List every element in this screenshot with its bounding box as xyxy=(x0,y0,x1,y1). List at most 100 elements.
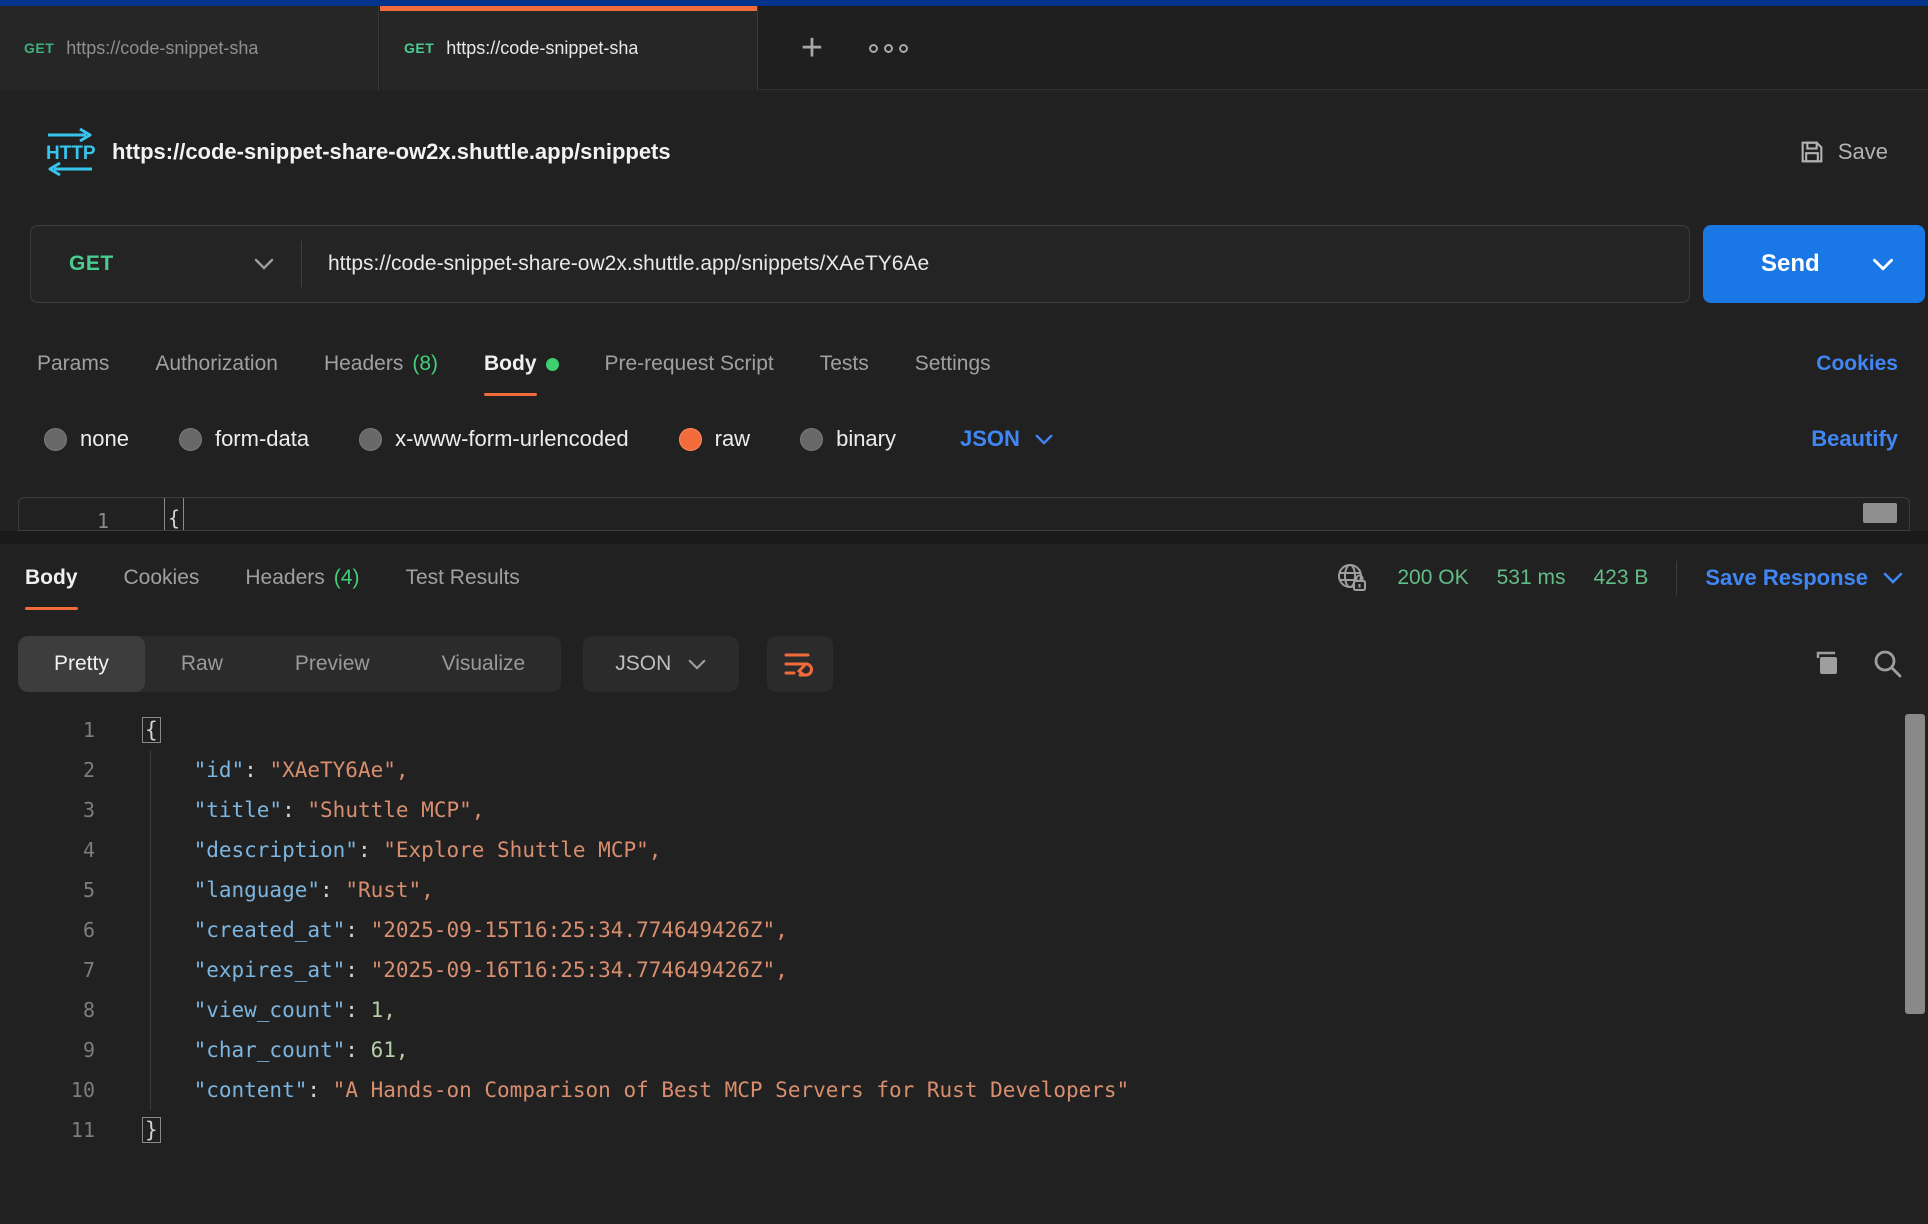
response-scrollbar-thumb[interactable] xyxy=(1905,714,1925,1014)
send-button[interactable]: Send xyxy=(1703,225,1925,303)
divider xyxy=(301,241,302,287)
http-protocol-icon: HTTP xyxy=(42,126,98,178)
request-section-tabs: Params Authorization Headers (8) Body Pr… xyxy=(37,330,1898,398)
wrap-lines-icon xyxy=(782,649,818,679)
response-section-tabs: Body Cookies Headers (4) Test Results 20… xyxy=(25,544,1904,612)
view-visualize[interactable]: Visualize xyxy=(406,636,562,692)
radio-icon xyxy=(800,428,823,451)
code-line: 10 "content": "A Hands-on Comparison of … xyxy=(0,1070,1928,1110)
radio-icon xyxy=(179,428,202,451)
line-number: 11 xyxy=(0,1110,95,1150)
radio-raw-selected[interactable]: raw xyxy=(679,426,750,452)
tab-body-active[interactable]: Body xyxy=(484,330,559,398)
view-preview[interactable]: Preview xyxy=(259,636,406,692)
beautify-link[interactable]: Beautify xyxy=(1811,426,1898,452)
code-line: 6 "created_at": "2025-09-15T16:25:34.774… xyxy=(0,910,1928,950)
request-tab-strip: GET https://code-snippet-sha GET https:/… xyxy=(0,6,1928,90)
code-line: 8 "view_count": 1, xyxy=(0,990,1928,1030)
response-time[interactable]: 531 ms xyxy=(1497,566,1566,590)
tab-headers[interactable]: Headers (8) xyxy=(324,330,438,398)
copy-button[interactable] xyxy=(1810,647,1844,681)
save-response-button[interactable]: Save Response xyxy=(1705,565,1904,591)
radio-x-www-form-urlencoded[interactable]: x-www-form-urlencoded xyxy=(359,426,629,452)
response-format-dropdown[interactable]: JSON xyxy=(583,636,739,692)
line-number: 8 xyxy=(0,990,95,1030)
request-header: HTTP https://code-snippet-share-ow2x.shu… xyxy=(0,108,1928,196)
search-button[interactable] xyxy=(1872,648,1904,680)
method-dropdown[interactable]: GET xyxy=(31,252,301,276)
request-tab-2-active[interactable]: GET https://code-snippet-sha xyxy=(380,6,758,90)
search-icon xyxy=(1872,648,1904,680)
response-tab-cookies[interactable]: Cookies xyxy=(124,544,200,612)
request-url-bar: GET https://code-snippet-share-ow2x.shut… xyxy=(30,225,1690,303)
save-request-button[interactable]: Save xyxy=(1798,138,1888,166)
response-tab-headers[interactable]: Headers (4) xyxy=(245,544,359,612)
code-line: 7 "expires_at": "2025-09-16T16:25:34.774… xyxy=(0,950,1928,990)
view-segmented-control: Pretty Raw Preview Visualize xyxy=(18,636,561,692)
radio-form-data[interactable]: form-data xyxy=(179,426,309,452)
request-body-editor[interactable]: 1 { xyxy=(18,497,1910,531)
radio-icon xyxy=(44,428,67,451)
editor-content: { xyxy=(165,498,183,531)
url-input[interactable]: https://code-snippet-share-ow2x.shuttle.… xyxy=(328,252,1689,276)
chevron-down-icon xyxy=(253,257,275,271)
indent-guide xyxy=(150,750,151,1110)
wrap-lines-button[interactable] xyxy=(767,636,833,692)
radio-none[interactable]: none xyxy=(44,426,129,452)
chevron-down-icon xyxy=(1871,257,1895,272)
headers-count: (8) xyxy=(412,352,438,376)
view-raw[interactable]: Raw xyxy=(145,636,259,692)
tab-settings[interactable]: Settings xyxy=(915,330,991,398)
radio-binary[interactable]: binary xyxy=(800,426,896,452)
plus-icon: + xyxy=(801,27,823,70)
divider xyxy=(1676,561,1677,595)
response-size[interactable]: 423 B xyxy=(1593,566,1648,590)
response-tab-test-results[interactable]: Test Results xyxy=(405,544,519,612)
tab-method-badge: GET xyxy=(404,40,434,56)
code-line: 1{ xyxy=(0,710,1928,750)
tab-title: https://code-snippet-sha xyxy=(66,38,258,59)
new-tab-button[interactable]: + xyxy=(782,6,842,90)
line-number: 5 xyxy=(0,870,95,910)
modified-dot-icon xyxy=(546,358,559,371)
chevron-down-icon xyxy=(1034,433,1054,446)
request-tab-1[interactable]: GET https://code-snippet-sha xyxy=(0,6,379,90)
view-pretty-active[interactable]: Pretty xyxy=(18,636,145,692)
tab-prerequest-script[interactable]: Pre-request Script xyxy=(605,330,774,398)
radio-selected-icon xyxy=(679,428,702,451)
tab-options-button[interactable] xyxy=(858,6,918,90)
response-tab-body-active[interactable]: Body xyxy=(25,544,78,612)
tab-params[interactable]: Params xyxy=(37,330,109,398)
response-meta: 200 OK 531 ms 423 B Save Response xyxy=(1335,561,1904,595)
line-number: 3 xyxy=(0,790,95,830)
code-line: 4 "description": "Explore Shuttle MCP", xyxy=(0,830,1928,870)
code-line: 2 "id": "XAeTY6Ae", xyxy=(0,750,1928,790)
tab-tests[interactable]: Tests xyxy=(820,330,869,398)
code-line: 11} xyxy=(0,1110,1928,1150)
network-globe-lock-icon xyxy=(1335,561,1369,595)
response-body-viewer[interactable]: 1{2 "id": "XAeTY6Ae",3 "title": "Shuttle… xyxy=(0,710,1928,1224)
body-format-dropdown[interactable]: JSON xyxy=(960,426,1054,452)
editor-scrollbar-thumb[interactable] xyxy=(1863,503,1897,523)
tab-authorization[interactable]: Authorization xyxy=(155,330,278,398)
line-number: 1 xyxy=(0,710,95,750)
pane-splitter[interactable] xyxy=(0,531,1928,544)
copy-icon xyxy=(1810,647,1844,681)
chevron-down-icon xyxy=(687,658,707,671)
tab-method-badge: GET xyxy=(24,40,54,56)
cookies-link[interactable]: Cookies xyxy=(1816,352,1898,376)
line-number: 6 xyxy=(0,910,95,950)
ellipsis-icon xyxy=(884,44,893,53)
chevron-down-icon xyxy=(1882,571,1904,585)
save-icon xyxy=(1798,138,1826,166)
radio-icon xyxy=(359,428,382,451)
ellipsis-icon xyxy=(869,44,878,53)
method-value: GET xyxy=(69,252,114,276)
send-label: Send xyxy=(1761,250,1820,278)
body-type-options: none form-data x-www-form-urlencoded raw… xyxy=(44,408,1898,470)
ellipsis-icon xyxy=(899,44,908,53)
line-number: 9 xyxy=(0,1030,95,1070)
status-badge[interactable]: 200 OK xyxy=(1397,566,1468,590)
line-number: 10 xyxy=(0,1070,95,1110)
tab-title: https://code-snippet-sha xyxy=(446,38,638,59)
